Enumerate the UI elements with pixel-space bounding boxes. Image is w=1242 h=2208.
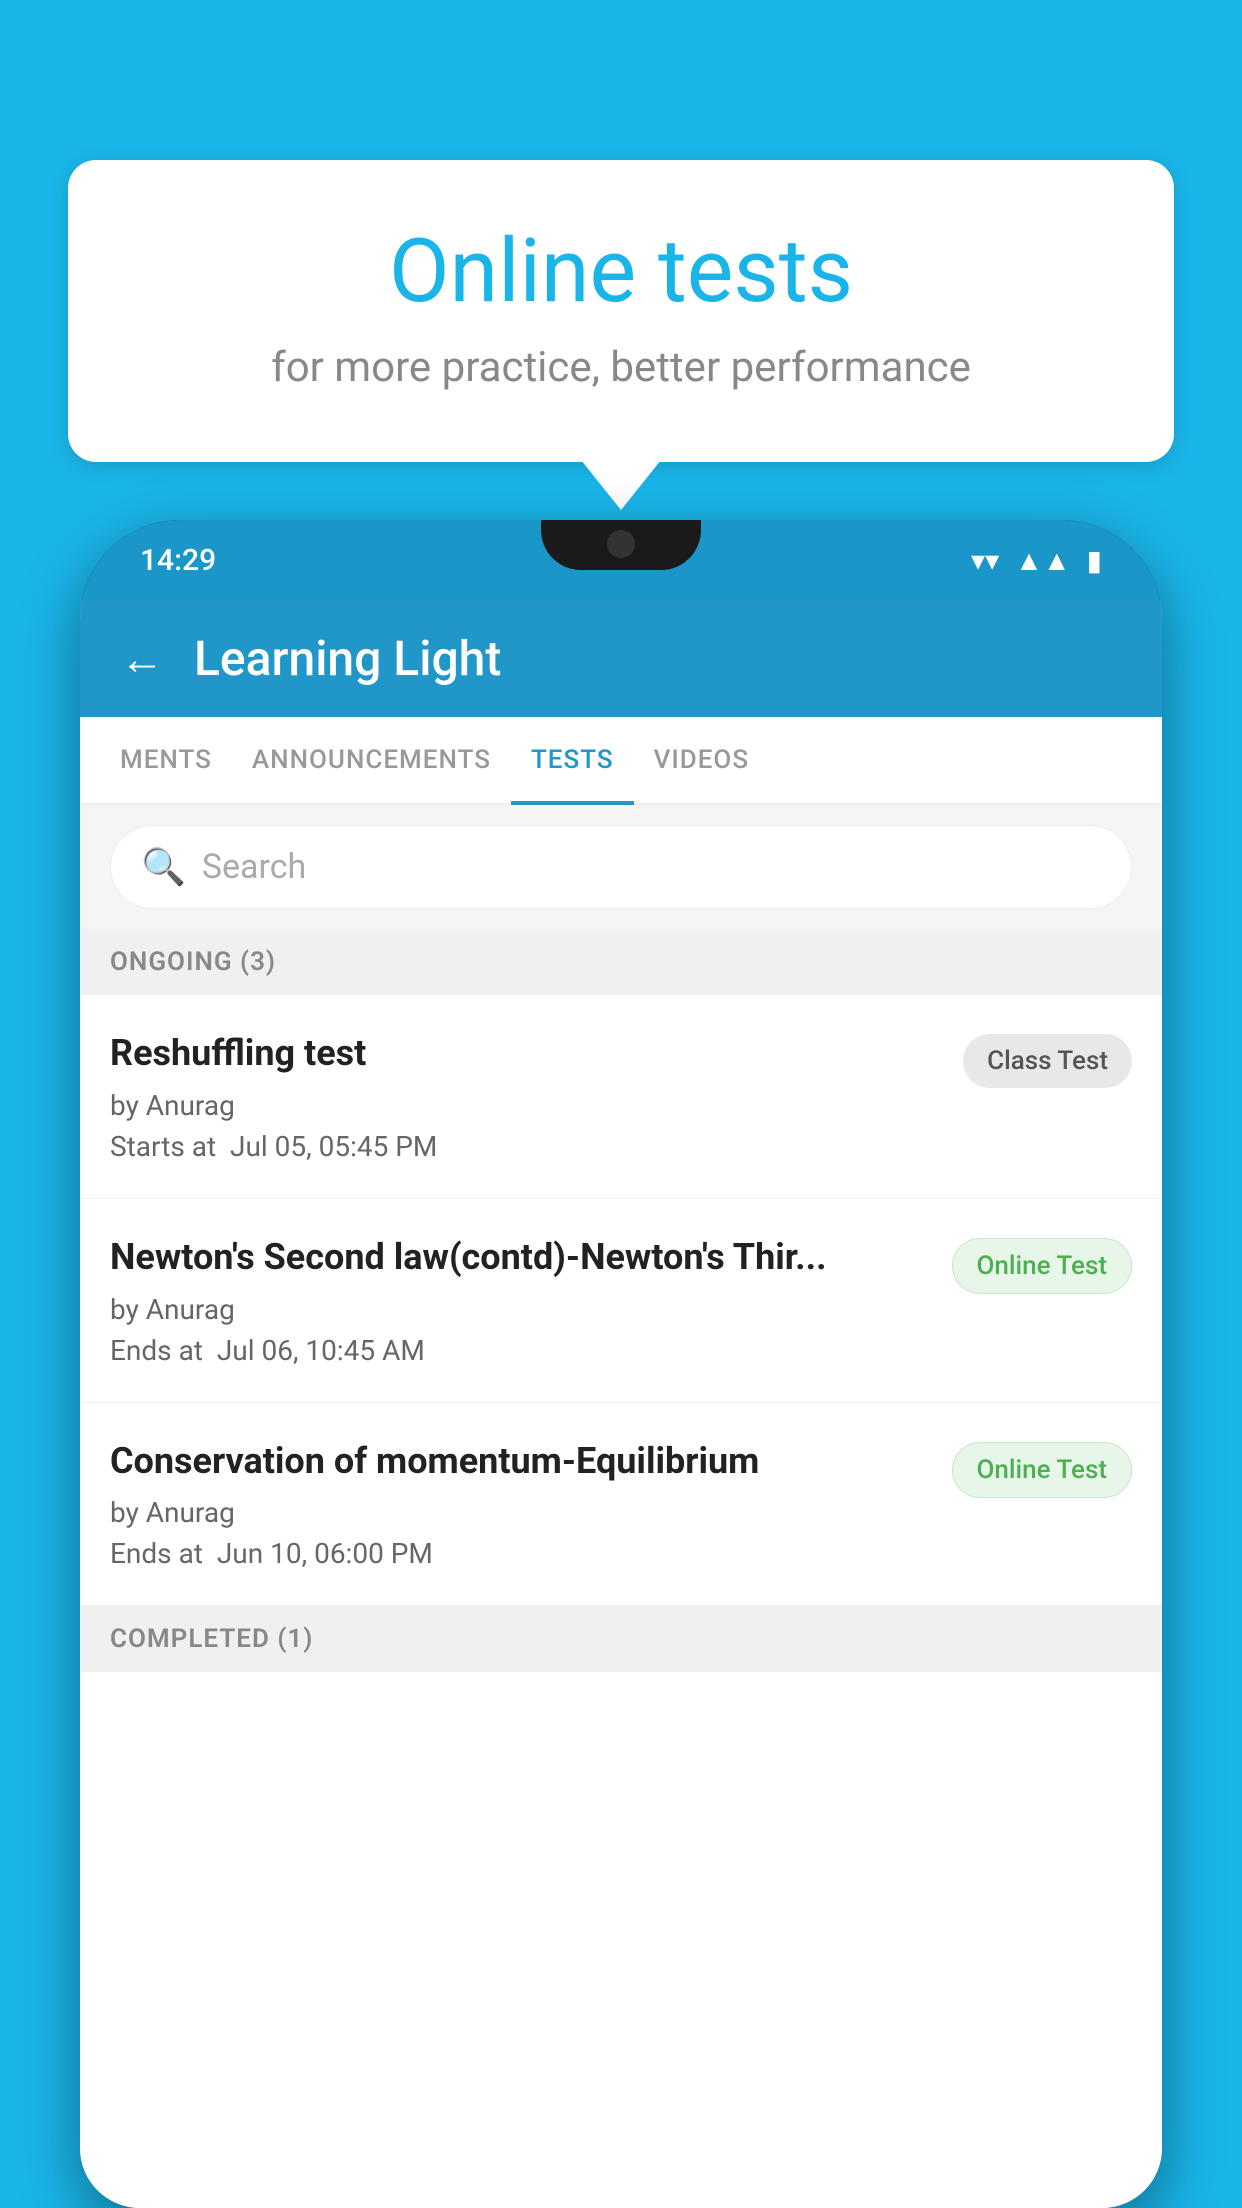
tab-announcements[interactable]: ANNOUNCEMENTS: [232, 717, 511, 803]
test-author-1: by Anurag: [110, 1089, 943, 1122]
test-time-2: Ends at Jul 06, 10:45 AM: [110, 1334, 932, 1367]
test-item-1[interactable]: Reshuffling test by Anurag Starts at Jul…: [80, 995, 1162, 1199]
phone-notch: [541, 520, 701, 570]
bubble-title: Online tests: [118, 220, 1124, 323]
search-placeholder: Search: [202, 847, 306, 887]
status-icons: ▾▾ ▲▲ ▮: [971, 544, 1102, 577]
ongoing-section-header: ONGOING (3): [80, 929, 1162, 995]
test-name-1: Reshuffling test: [110, 1030, 943, 1077]
speech-bubble: Online tests for more practice, better p…: [68, 160, 1174, 462]
test-item-3[interactable]: Conservation of momentum-Equilibrium by …: [80, 1403, 1162, 1607]
status-time: 14:29: [140, 543, 216, 578]
back-button[interactable]: ←: [120, 633, 164, 685]
test-author-2: by Anurag: [110, 1293, 932, 1326]
wifi-icon: ▾▾: [971, 544, 999, 577]
tabs-bar: MENTS ANNOUNCEMENTS TESTS VIDEOS: [80, 717, 1162, 805]
battery-icon: ▮: [1087, 544, 1102, 577]
test-name-3: Conservation of momentum-Equilibrium: [110, 1438, 932, 1485]
test-author-3: by Anurag: [110, 1496, 932, 1529]
app-header: ← Learning Light: [80, 600, 1162, 717]
camera: [607, 530, 635, 558]
test-badge-1: Class Test: [963, 1034, 1132, 1088]
test-info-3: Conservation of momentum-Equilibrium by …: [110, 1438, 932, 1571]
test-name-2: Newton's Second law(contd)-Newton's Thir…: [110, 1234, 932, 1281]
search-container: 🔍 Search: [80, 805, 1162, 929]
tab-ments[interactable]: MENTS: [100, 717, 232, 803]
test-info-2: Newton's Second law(contd)-Newton's Thir…: [110, 1234, 932, 1367]
test-badge-3: Online Test: [952, 1442, 1133, 1498]
bubble-subtitle: for more practice, better performance: [118, 343, 1124, 392]
test-time-3: Ends at Jun 10, 06:00 PM: [110, 1537, 932, 1570]
signal-icon: ▲▲: [1015, 544, 1070, 577]
test-badge-2: Online Test: [952, 1238, 1133, 1294]
phone-frame: 14:29 ▾▾ ▲▲ ▮ ← Learning Light MENTS ANN…: [80, 520, 1162, 2208]
test-item-2[interactable]: Newton's Second law(contd)-Newton's Thir…: [80, 1199, 1162, 1403]
completed-section-header: COMPLETED (1): [80, 1606, 1162, 1672]
search-icon: 🔍: [141, 846, 186, 888]
test-info-1: Reshuffling test by Anurag Starts at Jul…: [110, 1030, 943, 1163]
status-bar: 14:29 ▾▾ ▲▲ ▮: [80, 520, 1162, 600]
test-list: Reshuffling test by Anurag Starts at Jul…: [80, 995, 1162, 2208]
tab-tests[interactable]: TESTS: [511, 717, 634, 803]
test-time-1: Starts at Jul 05, 05:45 PM: [110, 1130, 943, 1163]
tab-videos[interactable]: VIDEOS: [634, 717, 769, 803]
phone-screen: ← Learning Light MENTS ANNOUNCEMENTS TES…: [80, 600, 1162, 2208]
app-title: Learning Light: [194, 630, 501, 687]
search-bar[interactable]: 🔍 Search: [110, 825, 1132, 909]
